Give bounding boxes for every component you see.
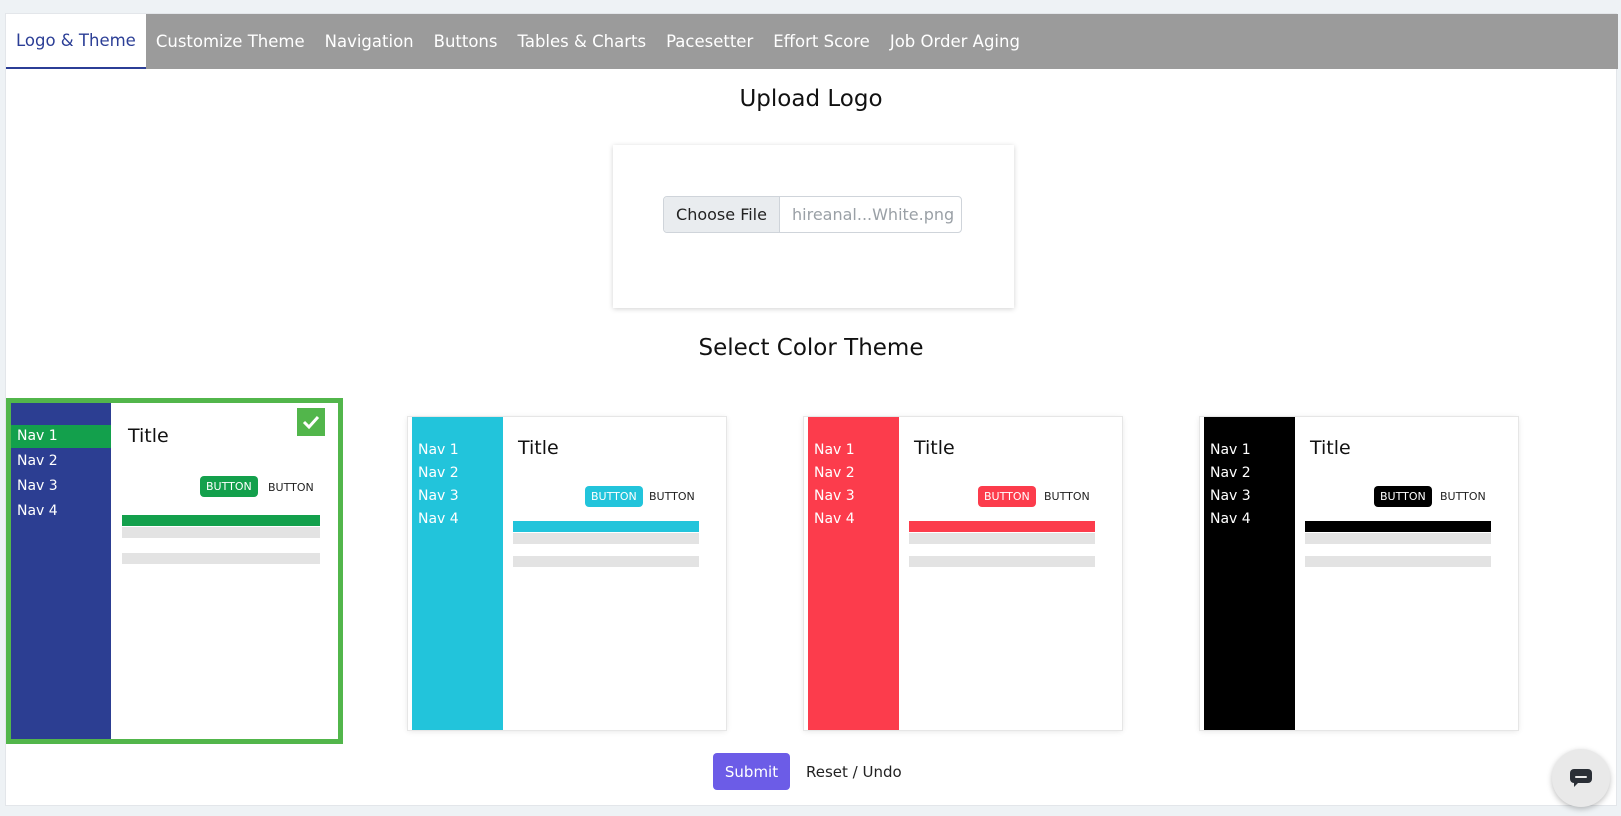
theme-preview-sidebar: Nav 1 Nav 2 Nav 3 Nav 4 bbox=[1204, 417, 1295, 730]
theme-preview-nav-item: Nav 1 bbox=[1210, 442, 1251, 458]
theme-preview-secondary-button: BUTTON bbox=[649, 490, 695, 503]
theme-option-cyan[interactable]: Nav 1 Nav 2 Nav 3 Nav 4 Title BUTTON BUT… bbox=[408, 417, 726, 730]
theme-preview-nav-item: Nav 1 bbox=[418, 442, 459, 458]
settings-panel: Logo & Theme Customize Theme Navigation … bbox=[5, 13, 1618, 806]
theme-preview-nav-item: Nav 3 bbox=[17, 478, 58, 494]
tab-logo-theme[interactable]: Logo & Theme bbox=[6, 14, 146, 69]
theme-preview-nav-item: Nav 2 bbox=[814, 465, 855, 481]
theme-preview-row bbox=[513, 533, 699, 544]
theme-preview-nav-item: Nav 1 bbox=[814, 442, 855, 458]
theme-preview-sidebar: Nav 1 Nav 2 Nav 3 Nav 4 bbox=[412, 417, 503, 730]
reset-undo-button[interactable]: Reset / Undo bbox=[806, 753, 902, 790]
theme-preview-nav-item: Nav 2 bbox=[418, 465, 459, 481]
theme-preview-row bbox=[513, 556, 699, 567]
theme-preview-accent-bar bbox=[1305, 521, 1491, 532]
theme-preview-row bbox=[1305, 556, 1491, 567]
selected-file-name: hireanal...White.png bbox=[792, 205, 955, 224]
theme-preview-nav-item: Nav 1 bbox=[11, 425, 111, 448]
theme-preview-nav-item: Nav 4 bbox=[1210, 511, 1251, 527]
theme-preview-secondary-button: BUTTON bbox=[1440, 490, 1486, 503]
theme-preview-nav-item: Nav 4 bbox=[418, 511, 459, 527]
upload-logo-heading: Upload Logo bbox=[739, 86, 883, 112]
theme-preview-row bbox=[1305, 533, 1491, 544]
theme-preview-nav-item: Nav 3 bbox=[814, 488, 855, 504]
theme-preview-secondary-button: BUTTON bbox=[268, 481, 314, 494]
theme-preview-sidebar: Nav 1 Nav 2 Nav 3 Nav 4 bbox=[808, 417, 899, 730]
theme-preview-nav-item: Nav 4 bbox=[814, 511, 855, 527]
theme-preview-secondary-button: BUTTON bbox=[1044, 490, 1090, 503]
theme-preview-row bbox=[122, 527, 320, 538]
theme-preview-primary-button: BUTTON bbox=[585, 486, 643, 507]
tab-pacesetter[interactable]: Pacesetter bbox=[656, 14, 763, 69]
tab-customize-theme[interactable]: Customize Theme bbox=[146, 14, 315, 69]
check-icon bbox=[297, 408, 325, 436]
submit-button[interactable]: Submit bbox=[713, 753, 790, 790]
tab-job-order-aging[interactable]: Job Order Aging bbox=[880, 14, 1030, 69]
theme-preview-title: Title bbox=[914, 437, 955, 459]
chat-icon[interactable] bbox=[1552, 749, 1610, 807]
tab-bar: Logo & Theme Customize Theme Navigation … bbox=[6, 14, 1618, 69]
theme-preview-primary-button: BUTTON bbox=[1374, 486, 1432, 507]
tab-effort-score[interactable]: Effort Score bbox=[763, 14, 880, 69]
theme-preview-title: Title bbox=[1310, 437, 1351, 459]
theme-option-blue[interactable]: Nav 1 Nav 2 Nav 3 Nav 4 Title BUTTON BUT… bbox=[6, 398, 343, 744]
choose-file-button[interactable]: Choose File bbox=[664, 197, 780, 232]
theme-preview-row bbox=[122, 553, 320, 564]
theme-preview-title: Title bbox=[518, 437, 559, 459]
theme-preview-nav-item: Nav 3 bbox=[1210, 488, 1251, 504]
tab-tables-charts[interactable]: Tables & Charts bbox=[508, 14, 657, 69]
theme-preview-accent-bar bbox=[513, 521, 699, 532]
upload-logo-card: Choose File hireanal...White.png bbox=[613, 145, 1014, 308]
logo-file-input[interactable]: Choose File hireanal...White.png bbox=[663, 196, 962, 233]
theme-preview-nav-item: Nav 2 bbox=[17, 453, 58, 469]
theme-preview-accent-bar bbox=[909, 521, 1095, 532]
theme-option-black[interactable]: Nav 1 Nav 2 Nav 3 Nav 4 Title BUTTON BUT… bbox=[1200, 417, 1518, 730]
theme-preview-primary-button: BUTTON bbox=[200, 476, 258, 497]
select-color-theme-heading: Select Color Theme bbox=[698, 335, 924, 361]
tab-buttons[interactable]: Buttons bbox=[424, 14, 508, 69]
theme-preview-sidebar: Nav 1 Nav 2 Nav 3 Nav 4 bbox=[11, 403, 111, 739]
theme-preview-row bbox=[909, 556, 1095, 567]
theme-preview-nav-item: Nav 2 bbox=[1210, 465, 1251, 481]
theme-preview-primary-button: BUTTON bbox=[978, 486, 1036, 507]
tab-navigation[interactable]: Navigation bbox=[315, 14, 424, 69]
theme-preview-row bbox=[909, 533, 1095, 544]
theme-preview-nav-item: Nav 3 bbox=[418, 488, 459, 504]
theme-option-red[interactable]: Nav 1 Nav 2 Nav 3 Nav 4 Title BUTTON BUT… bbox=[804, 417, 1122, 730]
chat-bubble-icon bbox=[1570, 769, 1592, 787]
theme-preview-accent-bar bbox=[122, 515, 320, 526]
theme-preview-nav-item: Nav 4 bbox=[17, 503, 58, 519]
theme-preview-title: Title bbox=[128, 425, 169, 447]
